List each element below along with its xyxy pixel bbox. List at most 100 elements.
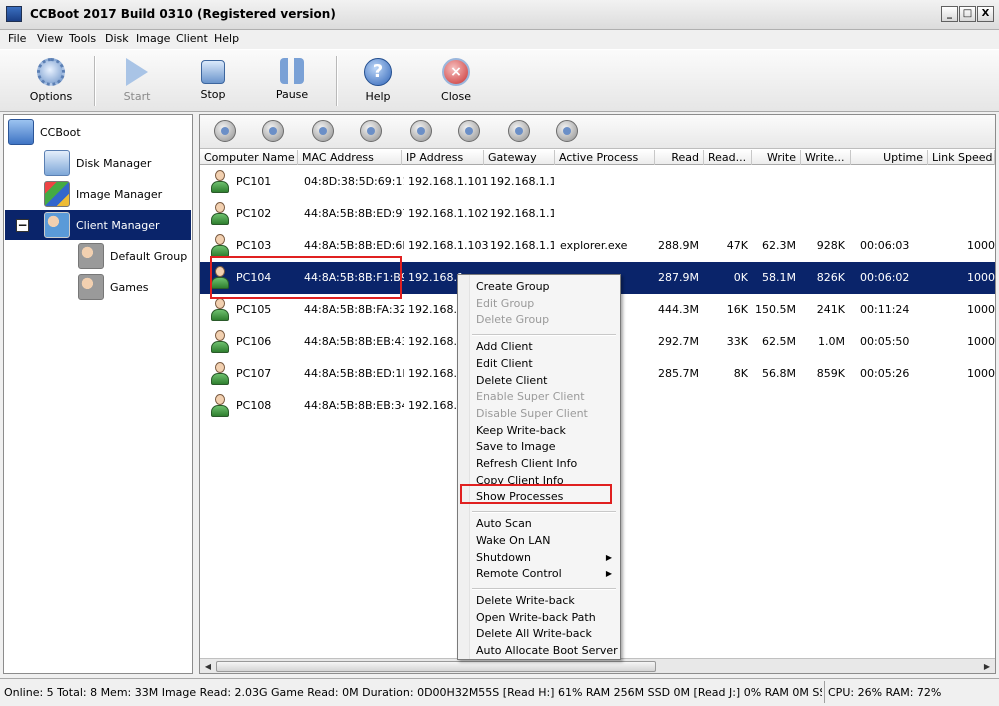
- cell-name: PC101: [236, 175, 272, 188]
- column-read-rate[interactable]: Read...: [704, 150, 752, 165]
- cell-proc: explorer.exe: [560, 239, 628, 252]
- cell-mac: 04:8D:38:5D:69:11: [304, 175, 404, 188]
- cell-write: 58.1M: [762, 271, 796, 284]
- cell-link: 1000: [967, 335, 995, 348]
- column-ip-address[interactable]: IP Address: [402, 150, 484, 165]
- cell-mac: 44:8A:5B:8B:EB:34: [304, 399, 404, 412]
- menu-separator: [472, 511, 616, 514]
- close-button[interactable]: × Close: [421, 56, 491, 108]
- copy-client-icon[interactable]: [410, 120, 432, 142]
- maximize-button[interactable]: □: [959, 6, 976, 22]
- cell-mac: 44:8A:5B:8B:ED:97: [304, 207, 404, 220]
- cell-read2: 47K: [726, 239, 748, 252]
- menu-item-keep-write-back[interactable]: Keep Write-back: [476, 424, 566, 437]
- search-client-icon[interactable]: [360, 120, 382, 142]
- cell-write: 56.8M: [762, 367, 796, 380]
- column-write[interactable]: Write: [752, 150, 801, 165]
- scrollbar-thumb[interactable]: [216, 661, 656, 672]
- stop-button[interactable]: Stop: [178, 56, 248, 108]
- cell-read2: 8K: [733, 367, 748, 380]
- minimize-button[interactable]: _: [941, 6, 958, 22]
- play-icon: [126, 58, 148, 86]
- options-button[interactable]: Options: [16, 56, 86, 108]
- menu-item-remote-control[interactable]: Remote Control: [476, 567, 562, 580]
- column-active-process[interactable]: Active Process: [555, 150, 655, 165]
- cell-uptime: 00:05:26: [860, 367, 910, 380]
- settings-client-icon[interactable]: [556, 120, 578, 142]
- menu-item-delete-write-back[interactable]: Delete Write-back: [476, 594, 575, 607]
- column-read[interactable]: Read: [655, 150, 704, 165]
- context-menu: Create Group Edit Group Delete Group Add Cl…: [457, 274, 621, 660]
- cell-ip: 192.168.1.102: [408, 207, 488, 220]
- cell-name: PC107: [236, 367, 272, 380]
- cell-uptime: 00:06:03: [860, 239, 910, 252]
- menu-item-save-to-image[interactable]: Save to Image: [476, 440, 556, 453]
- edit-client-icon[interactable]: [312, 120, 334, 142]
- refresh-client-icon[interactable]: [508, 120, 530, 142]
- close-label: Close: [441, 90, 471, 103]
- menu-item-delete-all-write-back[interactable]: Delete All Write-back: [476, 627, 592, 640]
- tree-node-disk-manager[interactable]: Disk Manager: [44, 148, 151, 178]
- column-mac-address[interactable]: MAC Address: [298, 150, 402, 165]
- cell-link: 1000: [967, 303, 995, 316]
- scroll-left-icon[interactable]: ◀: [201, 660, 215, 673]
- remove-client-icon[interactable]: [262, 120, 284, 142]
- close-window-button[interactable]: X: [977, 6, 994, 22]
- tree-node-image-manager[interactable]: Image Manager: [44, 179, 162, 209]
- pause-button[interactable]: Pause: [257, 56, 327, 108]
- column-uptime[interactable]: Uptime: [851, 150, 928, 165]
- start-button[interactable]: Start: [102, 56, 172, 108]
- menu-item-refresh-client-info[interactable]: Refresh Client Info: [476, 457, 577, 470]
- cell-name: PC108: [236, 399, 272, 412]
- menu-item-wake-on-lan[interactable]: Wake On LAN: [476, 534, 550, 547]
- menu-item-delete-group: Delete Group: [476, 313, 550, 327]
- cell-name: PC106: [236, 335, 272, 348]
- menu-file[interactable]: File: [8, 32, 26, 45]
- status-divider: [824, 681, 825, 703]
- title-bar[interactable]: CCBoot 2017 Build 0310 (Registered versi…: [0, 0, 999, 30]
- help-icon: ?: [364, 58, 392, 86]
- menu-help[interactable]: Help: [214, 32, 239, 45]
- menu-item-add-client[interactable]: Add Client: [476, 340, 533, 353]
- menu-item-shutdown[interactable]: Shutdown: [476, 551, 531, 564]
- close-icon: ×: [442, 58, 470, 86]
- help-button[interactable]: ? Help: [343, 56, 413, 108]
- tree-node-games[interactable]: Games: [78, 272, 148, 302]
- cell-write2: 859K: [816, 367, 845, 380]
- submenu-arrow-icon: ▶: [605, 569, 612, 579]
- menu-view[interactable]: View: [37, 32, 63, 45]
- column-write-rate[interactable]: Write...: [801, 150, 851, 165]
- menu-item-auto-allocate-boot-server[interactable]: Auto Allocate Boot Server: [476, 644, 618, 657]
- menu-item-edit-client[interactable]: Edit Client: [476, 357, 533, 370]
- menu-item-auto-scan[interactable]: Auto Scan: [476, 517, 532, 530]
- collapse-toggle[interactable]: −: [16, 219, 29, 232]
- menu-image[interactable]: Image: [136, 32, 170, 45]
- menu-client[interactable]: Client: [176, 32, 208, 45]
- tree-node-client-manager[interactable]: Client Manager: [44, 210, 160, 240]
- app-icon: [6, 6, 22, 22]
- cell-read: 444.3M: [658, 303, 699, 316]
- menu-disk[interactable]: Disk: [105, 32, 129, 45]
- table-row[interactable]: PC101 04:8D:38:5D:69:11 192.168.1.101 192.1…: [200, 166, 995, 198]
- tree-node-default-group[interactable]: Default Group: [78, 241, 187, 271]
- cell-link: 1000: [967, 367, 995, 380]
- menu-item-create-group[interactable]: Create Group: [476, 280, 550, 293]
- menu-item-delete-client[interactable]: Delete Client: [476, 374, 547, 387]
- column-computer-name[interactable]: Computer Name: [200, 150, 298, 165]
- column-link-speed[interactable]: Link Speed: [928, 150, 995, 165]
- scroll-right-icon[interactable]: ▶: [980, 660, 994, 673]
- menu-tools[interactable]: Tools: [69, 32, 96, 45]
- image-icon: [44, 181, 70, 207]
- table-row[interactable]: PC102 44:8A:5B:8B:ED:97 192.168.1.102 192.1…: [200, 198, 995, 230]
- add-client-icon[interactable]: [214, 120, 236, 142]
- horizontal-scrollbar[interactable]: ◀ ▶: [200, 658, 995, 673]
- menu-bar: File View Tools Disk Image Client Help: [0, 30, 999, 48]
- user-icon: [210, 202, 230, 226]
- menu-separator: [472, 587, 616, 590]
- user-icon: [210, 394, 230, 418]
- menu-item-open-write-back-path[interactable]: Open Write-back Path: [476, 611, 596, 624]
- delete-client-icon[interactable]: [458, 120, 480, 142]
- gear-icon: [37, 58, 65, 86]
- column-gateway[interactable]: Gateway: [484, 150, 555, 165]
- tree-node-ccboot[interactable]: CCBoot: [8, 117, 81, 147]
